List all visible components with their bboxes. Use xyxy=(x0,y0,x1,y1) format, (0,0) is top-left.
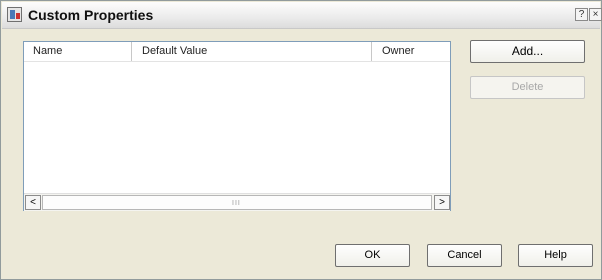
horizontal-scrollbar[interactable]: < III > xyxy=(24,193,450,211)
help-button[interactable]: Help xyxy=(518,244,593,267)
dialog-title: Custom Properties xyxy=(28,7,154,23)
scroll-grip: III xyxy=(232,200,241,207)
column-header-default-value[interactable]: Default Value xyxy=(132,42,372,61)
scroll-left-icon[interactable]: < xyxy=(25,195,41,210)
scroll-right-icon[interactable]: > xyxy=(434,195,450,210)
cancel-button[interactable]: Cancel xyxy=(427,244,502,267)
column-header-owner[interactable]: Owner xyxy=(372,42,450,61)
add-button[interactable]: Add... xyxy=(470,40,585,63)
column-header-name[interactable]: Name xyxy=(24,42,132,61)
title-bar: Custom Properties ? × xyxy=(2,2,602,29)
app-icon xyxy=(7,7,22,22)
help-icon[interactable]: ? xyxy=(575,8,588,21)
properties-list[interactable]: Name Default Value Owner < III > xyxy=(23,41,451,211)
custom-properties-dialog: Custom Properties ? × Name Default Value… xyxy=(0,0,602,280)
ok-button[interactable]: OK xyxy=(335,244,410,267)
scroll-thumb[interactable]: III xyxy=(42,195,432,210)
delete-button[interactable]: Delete xyxy=(470,76,585,99)
list-header: Name Default Value Owner xyxy=(24,42,450,62)
close-icon[interactable]: × xyxy=(589,8,602,21)
